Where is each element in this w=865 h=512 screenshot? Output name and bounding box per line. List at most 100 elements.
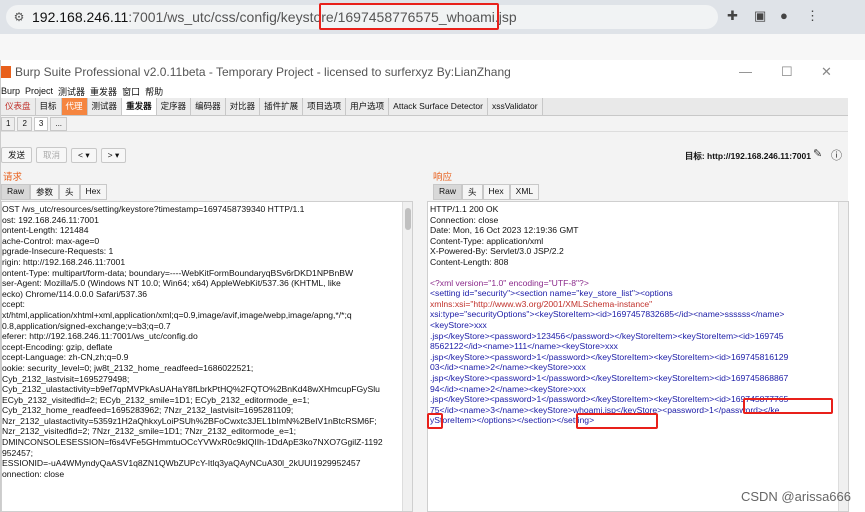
request-body: OST /ws_utc/resources/setting/keystore?t… — [2, 202, 412, 479]
repeater-tabs: 1 2 3 ... — [1, 116, 848, 132]
watermark: CSDN @arissa666 — [740, 489, 851, 504]
xml-line: <keyStore>xxx — [430, 319, 487, 330]
request-line: ecko) Chrome/114.0.0.0 Safari/537.36 — [2, 288, 148, 299]
response-tab-raw[interactable]: Raw — [433, 184, 463, 200]
request-tab-params[interactable]: 参数 — [30, 184, 60, 200]
menu-repeater[interactable]: 重发器 — [90, 85, 117, 98]
xml-line: .jsp</keyStore><password>1</password></k… — [430, 351, 789, 362]
request-editor[interactable]: OST /ws_utc/resources/setting/keystore?t… — [1, 201, 413, 512]
tab-attack-surface-detector[interactable]: Attack Surface Detector — [389, 98, 488, 115]
request-line: onnection: close — [2, 468, 65, 479]
repeater-toolbar: 发送 取消 < ▾ > ▾ 目标: http://192.168.246.11:… — [1, 144, 849, 166]
request-tab-hex[interactable]: Hex — [79, 184, 107, 200]
response-header-line: Date: Mon, 16 Oct 2023 12:19:36 GMT — [430, 225, 579, 236]
tab-xssvalidator[interactable]: xssValidator — [487, 98, 543, 115]
request-line: ost: 192.168.246.11:7001 — [2, 214, 99, 225]
request-line: Cyb_2132_lastvisit=1695279498; — [2, 373, 130, 384]
menu-help[interactable]: 帮助 — [145, 85, 163, 98]
filename-highlight-box — [576, 413, 658, 429]
side-panel-icon[interactable]: ▣ — [754, 8, 766, 24]
request-line: Nzr_2132_ulastactivity=5359z1H2aQhkxyLoi… — [2, 415, 377, 426]
request-tab-headers[interactable]: 头 — [59, 184, 80, 200]
background-window — [0, 34, 865, 60]
response-tab-hex[interactable]: Hex — [482, 184, 510, 200]
send-button[interactable]: 发送 — [1, 147, 33, 163]
request-line: ccept-Encoding: gzip, deflate — [2, 341, 113, 352]
request-line: xt/html,application/xhtml+xml,applicatio… — [2, 309, 352, 320]
history-back-button[interactable]: < ▾ — [71, 147, 97, 163]
response-subtabs: Raw 头 Hex XML — [433, 184, 540, 200]
forward-label: > — [107, 149, 113, 160]
tab-repeater[interactable]: 重发器 — [122, 98, 157, 115]
menu-intruder[interactable]: 测试器 — [58, 85, 85, 98]
request-scrollbar[interactable] — [402, 202, 412, 511]
request-line: Cyb_2132_home_readfeed=1695283962; 7Nzr_… — [2, 405, 294, 416]
maximize-icon[interactable]: ☐ — [781, 64, 793, 80]
main-tabs: 仪表盘 目标 代理 测试器 重发器 定序器 编码器 对比器 插件扩展 项目选项 … — [1, 98, 848, 116]
repeater-tab-3[interactable]: 3 — [33, 116, 49, 131]
request-line: ESSIONID=-uA4WMyndyQaASV1q8ZN1QWbZUPcY-I… — [2, 458, 361, 469]
xml-line: 94</id><name>2</name><keyStore>xxx — [430, 383, 586, 394]
response-headers: HTTP/1.1 200 OK Connection: close Date: Mo… — [430, 204, 848, 268]
tab-dashboard[interactable]: 仪表盘 — [1, 98, 36, 115]
response-tab-headers[interactable]: 头 — [462, 184, 483, 200]
id-suffix-highlight-box — [427, 413, 443, 429]
request-line: ccept: — [2, 299, 25, 310]
request-tab-raw[interactable]: Raw — [1, 184, 31, 200]
response-editor[interactable]: HTTP/1.1 200 OK Connection: close Date: Mo… — [427, 201, 849, 512]
site-info-icon[interactable]: ⚙ — [6, 10, 32, 24]
close-icon[interactable]: ✕ — [821, 64, 832, 80]
tab-intruder[interactable]: 测试器 — [87, 98, 123, 115]
repeater-tab-more[interactable]: ... — [50, 116, 68, 131]
cancel-button[interactable]: 取消 — [36, 147, 68, 163]
request-subtabs: Raw 参数 头 Hex — [1, 184, 107, 200]
tab-extender[interactable]: 插件扩展 — [260, 98, 304, 115]
history-forward-button[interactable]: > ▾ — [100, 147, 127, 163]
repeater-tab-1[interactable]: 1 — [1, 116, 16, 131]
tab-target[interactable]: 目标 — [35, 98, 62, 115]
tab-user-options[interactable]: 用户选项 — [346, 98, 390, 115]
request-line: rigin: http://192.168.246.11:7001 — [2, 256, 126, 267]
tab-sequencer[interactable]: 定序器 — [156, 98, 192, 115]
target-label: 目标: http://192.168.246.11:7001 — [684, 151, 811, 161]
minimize-icon[interactable]: — — [739, 64, 752, 79]
xml-line: xmlns:xsi="http://www.w3.org/2001/XMLSch… — [430, 298, 653, 309]
response-header-line: HTTP/1.1 200 OK — [430, 204, 499, 214]
request-line: 0.8,application/signed-exchange;v=b3;q=0… — [2, 320, 171, 331]
request-line: DMINCONSOLESESSION=f6s4VFe5GHmmtuOCcYVWx… — [2, 437, 383, 448]
response-header-line: Content-Type: application/xml — [430, 235, 544, 246]
profile-icon[interactable]: ● — [780, 8, 788, 23]
tab-comparer[interactable]: 对比器 — [225, 98, 261, 115]
request-line: ontent-Length: 121484 — [2, 225, 89, 236]
request-line: ache-Control: max-age=0 — [2, 235, 100, 246]
request-line: OST /ws_utc/resources/setting/keystore?t… — [2, 204, 305, 214]
burp-window: Burp Suite Professional v2.0.11beta - Te… — [0, 60, 849, 512]
tab-decoder[interactable]: 编码器 — [191, 98, 226, 115]
edit-target-icon[interactable]: ✎ — [813, 147, 822, 160]
request-line: ontent-Type: multipart/form-data; bounda… — [2, 267, 354, 278]
tab-project-options[interactable]: 项目选项 — [303, 98, 347, 115]
request-line: eferer: http://192.168.246.11:7001/ws_ut… — [2, 331, 198, 342]
menu-bar: Burp Project 测试器 重发器 窗口 帮助 — [1, 84, 848, 98]
response-header-line: X-Powered-By: Servlet/3.0 JSP/2.2 — [430, 246, 564, 257]
tab-proxy[interactable]: 代理 — [61, 98, 88, 115]
response-scrollbar[interactable] — [838, 202, 848, 511]
menu-project[interactable]: Project — [25, 86, 53, 96]
xml-line: 8562122</id><name>111</name><keyStore>xx… — [430, 341, 618, 352]
request-line: pgrade-Insecure-Requests: 1 — [2, 246, 114, 257]
browser-toolbar: ⚙ 192.168.246.11:7001/ws_utc/css/config/… — [0, 0, 865, 34]
xml-line: .jsp</keyStore><password>1</password></k… — [430, 372, 789, 383]
back-label: < — [78, 149, 83, 160]
help-icon[interactable]: ⓘ — [831, 147, 842, 163]
menu-icon[interactable]: ⋮ — [806, 8, 819, 24]
xml-decl: <?xml version="1.0" encoding="UTF-8"?> — [430, 277, 589, 288]
response-tab-xml[interactable]: XML — [509, 184, 540, 200]
extensions-icon[interactable]: ✚ — [727, 8, 738, 24]
repeater-tab-2[interactable]: 2 — [17, 116, 32, 131]
window-title: Burp Suite Professional v2.0.11beta - Te… — [15, 65, 511, 79]
xml-line: .jsp</keyStore><password>123456</passwor… — [430, 330, 784, 341]
menu-window[interactable]: 窗口 — [122, 85, 140, 98]
burp-logo-icon — [1, 66, 11, 78]
menu-burp[interactable]: Burp — [1, 86, 20, 96]
xml-line: xsi:type="securityOptions"><keyStoreItem… — [430, 309, 785, 320]
